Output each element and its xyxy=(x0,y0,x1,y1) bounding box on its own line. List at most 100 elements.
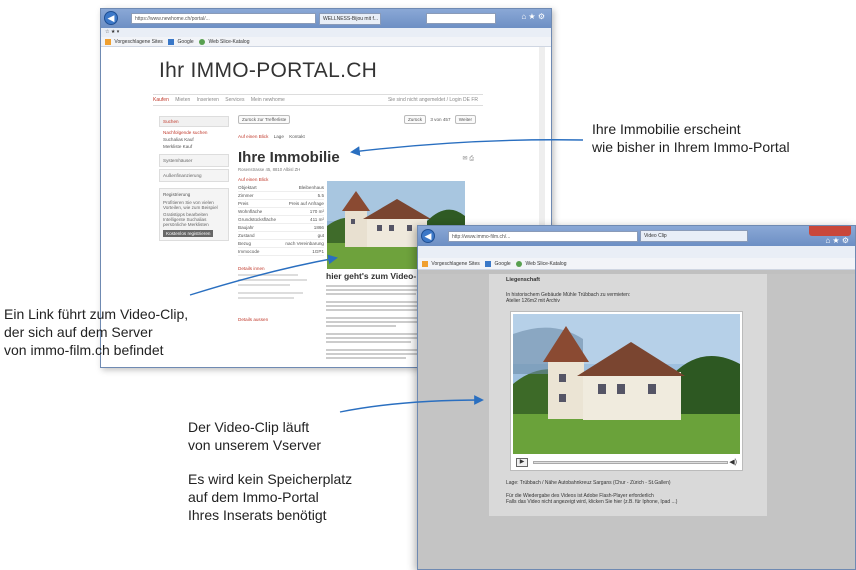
fact-value: Bleibenhaus xyxy=(298,185,324,190)
facts-row: Preis Preis auf Anfrage xyxy=(238,200,324,208)
details-outer-head: Details aussen xyxy=(238,317,269,322)
sidebar-section[interactable]: Systemhäuser xyxy=(159,154,229,167)
fav-suggested-sites[interactable]: Vorgeschlagene Sites xyxy=(431,261,479,267)
facts-row: Baujahr 1866 xyxy=(238,224,324,232)
menu-bar: ☆ ★ ▾ xyxy=(101,28,551,37)
print-mail-icons[interactable]: ✉ ⎙ xyxy=(463,155,475,163)
browser-titlebar: ◀ https://www.newhome.ch/portal/... WELL… xyxy=(101,9,551,28)
back-to-results-button[interactable]: Zurück zur Trefferliste xyxy=(238,115,291,124)
login-status[interactable]: Sie sind nicht angemeldet / Login DE FR xyxy=(388,95,478,106)
annotation-portal: Ihre Immobilie erscheint wie bisher in I… xyxy=(592,120,790,156)
facts-row: Bezug nach Vereinbarung xyxy=(238,240,324,248)
fact-value: 1GP1 xyxy=(312,249,324,254)
annotation-line: Der Video-Clip läuft xyxy=(188,419,310,435)
registration-head: Registrierung xyxy=(163,192,191,197)
fav-web-slice[interactable]: Web Slice-Katalog xyxy=(208,39,249,45)
sidebar-link[interactable]: Merkliste Kauf xyxy=(159,143,229,150)
prev-button[interactable]: Zurück xyxy=(404,115,427,124)
sidebar-section[interactable]: Außenfinanzierung xyxy=(159,169,229,182)
facts-row: Grundstücksfläche 411 m² xyxy=(238,216,324,224)
annotation-line: der sich auf dem Server xyxy=(4,324,153,340)
sidebar-link[interactable]: Nachfolgende suchen xyxy=(159,129,229,136)
web-slice-icon xyxy=(199,38,206,45)
listing-intro: Atelier 126m2 mit Archiv xyxy=(506,298,560,304)
annotation-line: auf dem Immo-Portal xyxy=(188,489,319,505)
player-controls: ▶ ◀) xyxy=(513,456,740,469)
video-panel: Liegenschaft In historischem Gebäude Müh… xyxy=(489,274,767,516)
fact-label: Grundstücksfläche xyxy=(238,217,277,222)
nav-kaufen[interactable]: Kaufen xyxy=(153,97,169,103)
address-bar[interactable]: http://www.immo-film.ch/... xyxy=(448,231,638,242)
favorites-bar: Vorgeschlagene Sites Google Web Slice-Ka… xyxy=(418,258,855,270)
fact-value: 411 m² xyxy=(310,217,324,222)
facts-row: Zimmer 5.5 xyxy=(238,192,324,200)
annotation-line: von unserem Vserver xyxy=(188,437,322,453)
register-button[interactable]: Kostenlos registrieren xyxy=(163,230,214,237)
back-icon[interactable]: ◀ xyxy=(421,229,435,243)
facts-row: Immocode 1GP1 xyxy=(238,248,324,256)
tab-overview[interactable]: Auf einen Blick xyxy=(238,134,268,139)
window-icons[interactable]: ⌂ ★ ⚙ xyxy=(521,12,545,21)
fact-label: Preis xyxy=(238,201,249,206)
fav-web-slice[interactable]: Web Slice-Katalog xyxy=(525,261,566,267)
fav-google[interactable]: Google xyxy=(178,39,194,45)
annotation-line: wie bisher in Ihrem Immo-Portal xyxy=(592,139,790,155)
registration-text: Profitieren Sie von vielen Vorteilen, wi… xyxy=(163,200,218,210)
fav-google[interactable]: Google xyxy=(495,261,511,267)
sidebar-search-head[interactable]: Suchen xyxy=(159,116,229,127)
favorites-star-icon[interactable] xyxy=(105,38,111,45)
favorites-bar: Vorgeschlagene Sites Google Web Slice-Ka… xyxy=(101,37,551,47)
browser-tab[interactable]: Video Clip xyxy=(640,230,748,242)
browser-tab[interactable]: WELLNESS-Bijou mit f... xyxy=(319,13,381,25)
fact-value: Preis auf Anfrage xyxy=(288,201,324,206)
menu-bar xyxy=(418,246,855,258)
web-slice-icon xyxy=(516,260,523,267)
window-controls[interactable] xyxy=(809,226,851,236)
seek-bar[interactable] xyxy=(533,461,728,464)
video-frame xyxy=(513,314,740,454)
annotation-vserver: Der Video-Clip läuft von unserem Vserver… xyxy=(188,418,352,524)
favorites-star-icon[interactable] xyxy=(422,260,428,267)
fact-label: Wohnfläche xyxy=(238,209,263,214)
annotation-line: Ihre Immobilie erscheint xyxy=(592,121,741,137)
listing-heading: Liegenschaft xyxy=(506,277,540,283)
tab-contact[interactable]: Kontakt xyxy=(289,134,305,139)
nav-mieten[interactable]: Mieten xyxy=(175,97,190,103)
address-bar[interactable]: https://www.newhome.ch/portal/... xyxy=(131,13,316,24)
annotation-line: Es wird kein Speicherplatz xyxy=(188,471,353,487)
facts-row: Wohnfläche 170 m² xyxy=(238,208,324,216)
tab-location[interactable]: Lage xyxy=(274,134,284,139)
annotation-line: Ein Link führt zum Video-Clip, xyxy=(4,306,189,322)
annotation-line: von immo-film.ch befindet xyxy=(4,342,164,358)
facts-table: Auf einen Blick Objektart Bleibenhaus Zimm… xyxy=(238,177,324,324)
fact-label: Bezug xyxy=(238,241,252,246)
play-icon[interactable]: ▶ xyxy=(516,458,528,467)
fact-value: 170 m² xyxy=(309,209,324,214)
property-address: Rosenstrasse 45, 8810 Albisl ZH xyxy=(238,167,301,172)
facts-row: Objektart Bleibenhaus xyxy=(238,184,324,192)
window-icons[interactable]: ⌂ ★ ⚙ xyxy=(825,236,849,245)
next-button[interactable]: Weiter xyxy=(454,115,476,124)
fact-label: Zimmer xyxy=(238,193,254,198)
search-box[interactable] xyxy=(426,13,496,24)
video-clip-link[interactable]: hier geht's zum Video- xyxy=(326,271,416,281)
google-icon xyxy=(485,260,492,267)
google-icon xyxy=(168,38,175,45)
portal-nav: Kaufen Mieten Inserieren Services Mein n… xyxy=(153,94,483,106)
browser-titlebar: ◀ http://www.immo-film.ch/... Video Clip… xyxy=(418,226,855,246)
nav-mein-newhome[interactable]: Mein newhome xyxy=(251,97,285,103)
fallback-note[interactable]: Falls das Video nicht angezeigt wird, kl… xyxy=(506,499,677,505)
nav-inserieren[interactable]: Inserieren xyxy=(197,97,219,103)
video-browser-window: ◀ http://www.immo-film.ch/... Video Clip… xyxy=(417,225,856,570)
result-counter: 3 von 457 xyxy=(430,117,451,122)
property-title: Ihre Immobilie xyxy=(238,149,340,166)
video-player[interactable]: ▶ ◀) xyxy=(510,311,743,471)
volume-icon[interactable]: ◀) xyxy=(729,458,737,466)
fav-suggested-sites[interactable]: Vorgeschlagene Sites xyxy=(114,39,162,45)
registration-box: Registrierung Profitieren Sie von vielen… xyxy=(159,188,229,241)
nav-services[interactable]: Services xyxy=(225,97,244,103)
fact-label: Immocode xyxy=(238,249,260,254)
sidebar: Suchen Nachfolgende suchen Suchalias Kau… xyxy=(159,116,229,241)
sidebar-link[interactable]: Suchalias Kauf xyxy=(159,136,229,143)
back-icon[interactable]: ◀ xyxy=(104,11,118,25)
